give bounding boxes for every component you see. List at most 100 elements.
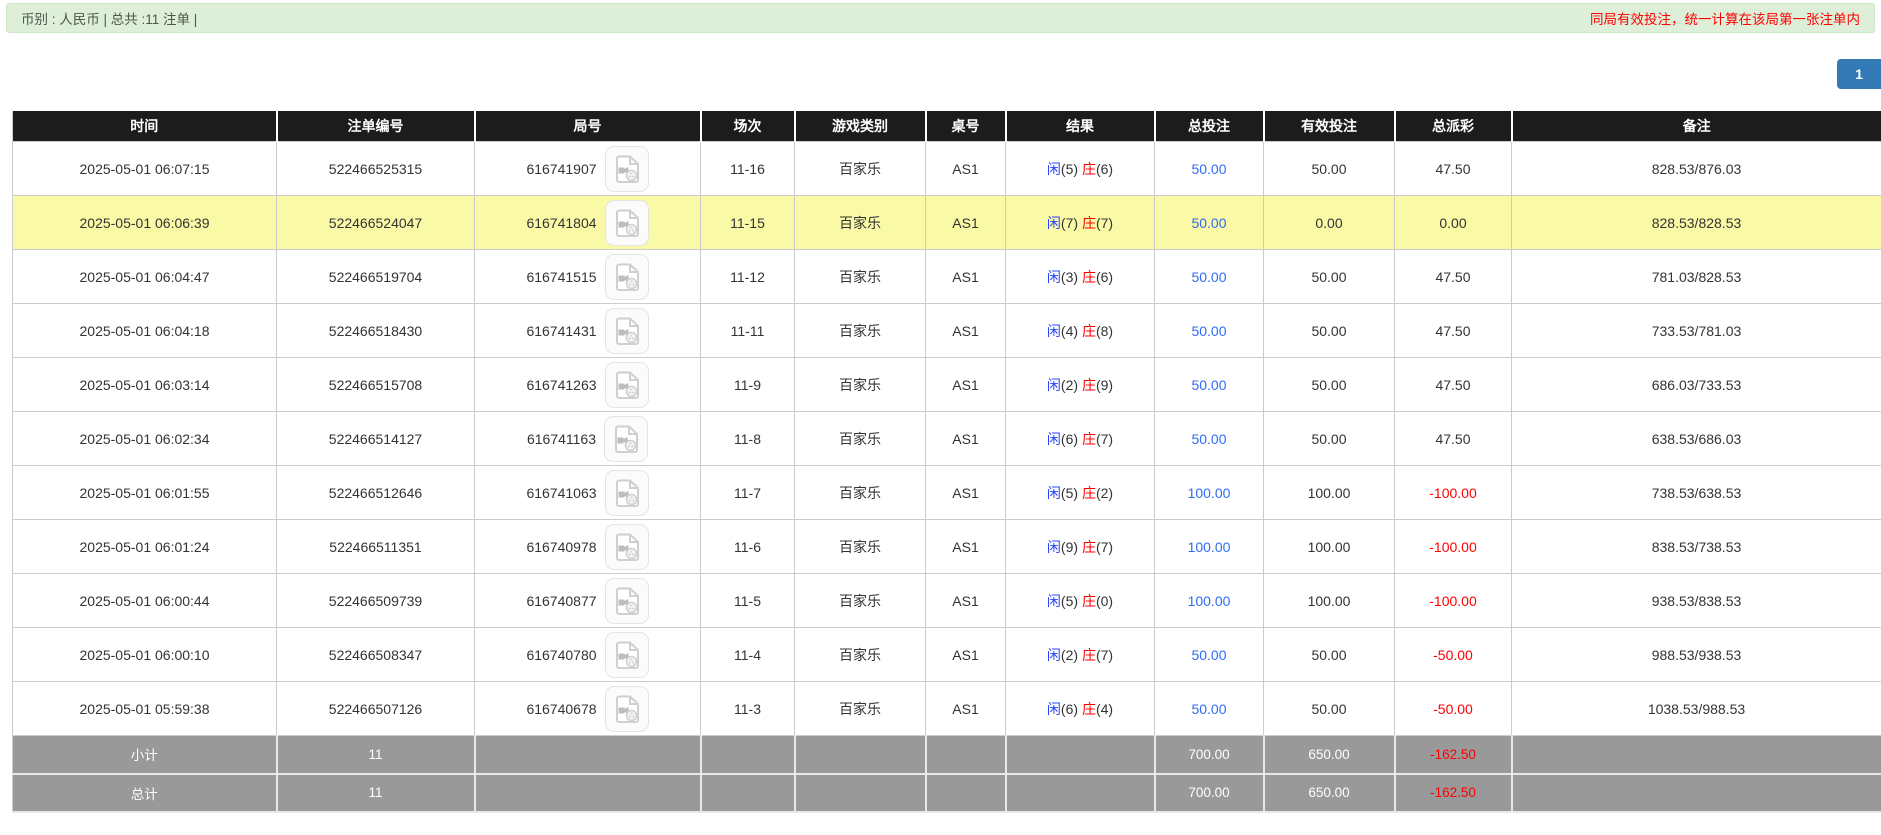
round-no-value: 616740678 <box>526 701 596 717</box>
table-no-cell: AS1 <box>926 412 1006 466</box>
player-result-score: (4) <box>1061 323 1078 339</box>
banker-result-label: 庄 <box>1082 431 1096 447</box>
video-replay-button[interactable] <box>605 308 649 354</box>
total-bet-link[interactable]: 50.00 <box>1191 701 1226 717</box>
total-bet-link[interactable]: 50.00 <box>1191 647 1226 663</box>
ticket-no-cell: 522466515708 <box>277 358 475 412</box>
header-game-type: 游戏类别 <box>795 111 926 142</box>
total-bet-link[interactable]: 100.00 <box>1188 539 1231 555</box>
time-cell: 2025-05-01 06:04:18 <box>13 304 277 358</box>
table-row: 2025-05-01 06:01:24 522466511351 6167409… <box>13 520 1881 574</box>
player-result-score: (2) <box>1061 377 1078 393</box>
remark-cell: 838.53/738.53 <box>1512 520 1881 574</box>
total-bet-link[interactable]: 50.00 <box>1191 161 1226 177</box>
table-no-cell: AS1 <box>926 682 1006 736</box>
total-bet-cell: 50.00 <box>1155 196 1264 250</box>
video-replay-icon <box>614 641 640 669</box>
remark-cell: 828.53/876.03 <box>1512 142 1881 196</box>
banker-result-label: 庄 <box>1082 215 1096 231</box>
banker-result-score: (6) <box>1096 269 1113 285</box>
video-replay-button[interactable] <box>605 254 649 300</box>
time-cell: 2025-05-01 06:02:34 <box>13 412 277 466</box>
total-bet-link[interactable]: 50.00 <box>1191 215 1226 231</box>
game-type-cell: 百家乐 <box>795 574 926 628</box>
valid-bet-cell: 100.00 <box>1264 520 1395 574</box>
video-replay-button[interactable] <box>605 362 649 408</box>
total-bet-link[interactable]: 50.00 <box>1191 377 1226 393</box>
total-bet-link[interactable]: 50.00 <box>1191 269 1226 285</box>
table-no-cell: AS1 <box>926 358 1006 412</box>
table-no-cell: AS1 <box>926 304 1006 358</box>
video-replay-button[interactable] <box>605 200 649 246</box>
table-no-cell: AS1 <box>926 574 1006 628</box>
table-footer: 小计 11 700.00 650.00 -162.50 总计 11 700.00… <box>13 736 1881 812</box>
time-cell: 2025-05-01 06:01:55 <box>13 466 277 520</box>
time-cell: 2025-05-01 05:59:38 <box>13 682 277 736</box>
header-payout: 总派彩 <box>1395 111 1512 142</box>
total-bet-cell: 50.00 <box>1155 250 1264 304</box>
player-result-score: (2) <box>1061 647 1078 663</box>
banker-result-label: 庄 <box>1082 323 1096 339</box>
video-replay-button[interactable] <box>605 146 649 192</box>
subtotal-valid-bet: 650.00 <box>1264 736 1395 774</box>
round-no-cell: 616741515 <box>475 250 701 304</box>
payout-cell: 0.00 <box>1395 196 1512 250</box>
currency-summary-text: 币别 : 人民币 | 总共 :11 注单 | <box>21 8 197 28</box>
banker-result-score: (7) <box>1096 539 1113 555</box>
ticket-no-cell: 522466507126 <box>277 682 475 736</box>
payout-cell: -50.00 <box>1395 628 1512 682</box>
video-replay-button[interactable] <box>605 470 649 516</box>
time-cell: 2025-05-01 06:00:10 <box>13 628 277 682</box>
total-bet-cell: 50.00 <box>1155 358 1264 412</box>
video-replay-icon <box>614 533 640 561</box>
header-session: 场次 <box>701 111 795 142</box>
table-row: 2025-05-01 06:00:10 522466508347 6167407… <box>13 628 1881 682</box>
player-result-label: 闲 <box>1047 161 1061 177</box>
banker-result-score: (0) <box>1096 593 1113 609</box>
total-bet-link[interactable]: 100.00 <box>1188 485 1231 501</box>
valid-bet-cell: 100.00 <box>1264 466 1395 520</box>
banker-result-score: (9) <box>1096 377 1113 393</box>
total-bet-cell: 100.00 <box>1155 574 1264 628</box>
total-total-bet: 700.00 <box>1155 774 1264 812</box>
payout-cell: -100.00 <box>1395 520 1512 574</box>
game-type-cell: 百家乐 <box>795 412 926 466</box>
player-result-label: 闲 <box>1047 377 1061 393</box>
table-no-cell: AS1 <box>926 250 1006 304</box>
table-row: 2025-05-01 06:04:47 522466519704 6167415… <box>13 250 1881 304</box>
valid-bet-cell: 50.00 <box>1264 412 1395 466</box>
banker-result-score: (4) <box>1096 701 1113 717</box>
player-result-score: (6) <box>1061 431 1078 447</box>
banker-result-label: 庄 <box>1082 161 1096 177</box>
table-row: 2025-05-01 06:00:44 522466509739 6167408… <box>13 574 1881 628</box>
payout-cell: 47.50 <box>1395 304 1512 358</box>
video-replay-button[interactable] <box>605 524 649 570</box>
video-replay-button[interactable] <box>605 578 649 624</box>
ticket-no-cell: 522466509739 <box>277 574 475 628</box>
session-cell: 11-3 <box>701 682 795 736</box>
round-no-cell: 616741804 <box>475 196 701 250</box>
round-no-value: 616740978 <box>526 539 596 555</box>
player-result-score: (6) <box>1061 701 1078 717</box>
payout-cell: 47.50 <box>1395 412 1512 466</box>
total-bet-link[interactable]: 100.00 <box>1188 593 1231 609</box>
table-row: 2025-05-01 06:02:34 522466514127 6167411… <box>13 412 1881 466</box>
player-result-label: 闲 <box>1047 647 1061 663</box>
table-row: 2025-05-01 06:07:15 522466525315 6167419… <box>13 142 1881 196</box>
session-cell: 11-8 <box>701 412 795 466</box>
total-bet-link[interactable]: 50.00 <box>1191 431 1226 447</box>
page-1-button[interactable]: 1 <box>1837 59 1881 89</box>
round-no-value: 616741431 <box>526 323 596 339</box>
result-cell: 闲(9) 庄(7) <box>1006 520 1155 574</box>
video-replay-button[interactable] <box>605 686 649 732</box>
table-row: 2025-05-01 06:06:39 522466524047 6167418… <box>13 196 1881 250</box>
video-replay-button[interactable] <box>605 632 649 678</box>
valid-bet-cell: 50.00 <box>1264 250 1395 304</box>
game-type-cell: 百家乐 <box>795 466 926 520</box>
table-row: 2025-05-01 05:59:38 522466507126 6167406… <box>13 682 1881 736</box>
remark-cell: 733.53/781.03 <box>1512 304 1881 358</box>
payout-cell: 47.50 <box>1395 142 1512 196</box>
video-replay-button[interactable] <box>604 416 648 462</box>
total-bet-link[interactable]: 50.00 <box>1191 323 1226 339</box>
total-bet-cell: 50.00 <box>1155 412 1264 466</box>
